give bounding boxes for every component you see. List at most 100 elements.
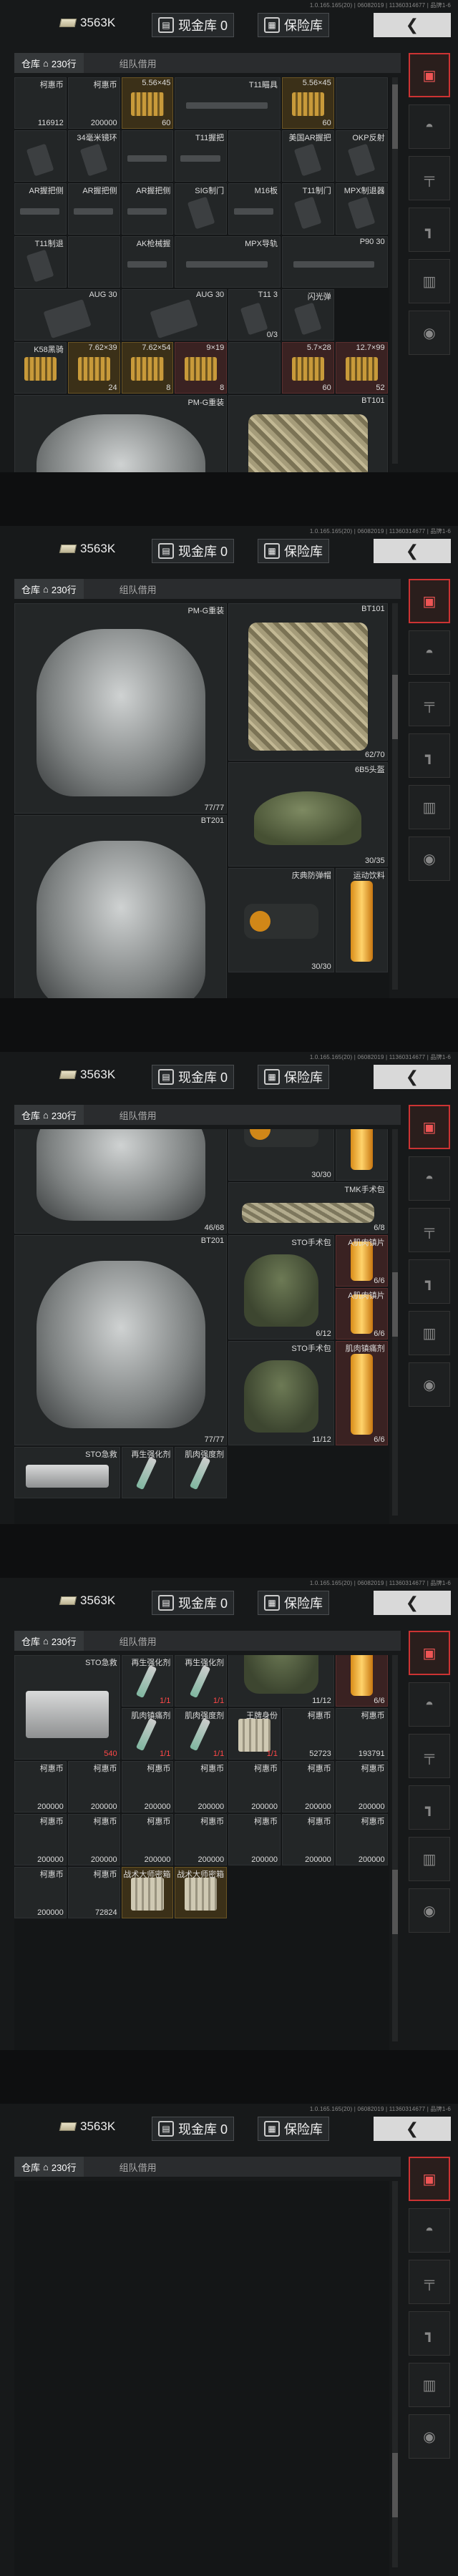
- inventory-item[interactable]: TMK手术包 6/8: [228, 1182, 388, 1234]
- inventory-item[interactable]: 柯惠币 193791: [335, 1708, 388, 1760]
- inventory-item[interactable]: 柯惠币 200000: [67, 77, 120, 129]
- inventory-item[interactable]: 肌肉镇痛剂 6/6: [335, 1341, 388, 1445]
- category-button[interactable]: ◉: [409, 311, 450, 355]
- inventory-item[interactable]: 柯惠币 200000: [228, 1761, 281, 1813]
- cash-vault-button[interactable]: ▤ 现金库 0: [152, 1591, 235, 1615]
- inventory-item[interactable]: AUG 30: [121, 289, 228, 341]
- category-button[interactable]: ┓: [409, 208, 450, 252]
- cash-vault-button[interactable]: ▤ 现金库 0: [152, 2117, 235, 2141]
- scrollbar[interactable]: [392, 1129, 398, 1516]
- inventory-item[interactable]: 庆典防弹帽 30/30: [228, 868, 334, 972]
- safe-button[interactable]: ▦ 保险库: [258, 1591, 329, 1615]
- category-button[interactable]: ▣: [409, 53, 450, 97]
- inventory-item[interactable]: STO急救: [14, 1447, 120, 1498]
- scrollbar[interactable]: [392, 603, 398, 990]
- tab-warehouse[interactable]: 仓库 ⌂ 230行: [14, 1105, 84, 1125]
- inventory-item[interactable]: 战术大师密箱: [175, 1867, 228, 1918]
- inventory-item[interactable]: 闪光弹: [282, 289, 334, 341]
- category-button[interactable]: ▥: [409, 259, 450, 303]
- scrollbar-thumb[interactable]: [392, 1272, 398, 1337]
- inventory-item[interactable]: [121, 130, 174, 182]
- inventory-item[interactable]: [335, 77, 388, 129]
- inventory-item[interactable]: T11握把: [175, 130, 228, 182]
- tab-team[interactable]: 组队借用: [112, 1105, 164, 1125]
- category-button[interactable]: ◓: [409, 1156, 450, 1201]
- inventory-item[interactable]: K58黑骑: [14, 342, 67, 394]
- inventory-item[interactable]: P90 30: [282, 236, 388, 288]
- inventory-item[interactable]: 柯惠币 116912: [14, 77, 67, 129]
- inventory-item[interactable]: 柯惠币 200000: [121, 1761, 174, 1813]
- inventory-item[interactable]: [228, 342, 281, 394]
- back-button[interactable]: ❮: [374, 2117, 451, 2141]
- category-button[interactable]: ▥: [409, 785, 450, 829]
- inventory-item[interactable]: T11瞄具: [175, 77, 281, 129]
- scrollbar[interactable]: [392, 2181, 398, 2567]
- inventory-item[interactable]: 6/6: [335, 1655, 388, 1707]
- inventory-item[interactable]: 柯惠币 200000: [14, 1814, 67, 1865]
- inventory-item[interactable]: 柯惠币 200000: [14, 1867, 67, 1918]
- category-button[interactable]: ▥: [409, 2363, 450, 2407]
- category-button[interactable]: ◓: [409, 1682, 450, 1727]
- inventory-item[interactable]: 柯惠币 200000: [14, 1761, 67, 1813]
- inventory-item[interactable]: 柯惠币 200000: [175, 1814, 228, 1865]
- category-button[interactable]: ◓: [409, 2208, 450, 2253]
- cash-vault-button[interactable]: ▤ 现金库 0: [152, 539, 235, 563]
- inventory-item[interactable]: MPX导轨: [175, 236, 281, 288]
- scrollbar-thumb[interactable]: [392, 2453, 398, 2517]
- category-button[interactable]: ╤: [409, 156, 450, 200]
- inventory-item[interactable]: 柯惠币 200000: [282, 1814, 334, 1865]
- inventory-item[interactable]: STO急救 540: [14, 1655, 120, 1760]
- tab-team[interactable]: 组队借用: [112, 579, 164, 599]
- inventory-item[interactable]: 柯惠币 200000: [175, 1761, 228, 1813]
- inventory-item[interactable]: [14, 130, 67, 182]
- tab-warehouse[interactable]: 仓库 ⌂ 230行: [14, 2157, 84, 2177]
- inventory-item[interactable]: BT201: [14, 815, 228, 998]
- category-button[interactable]: ┓: [409, 1785, 450, 1830]
- scrollbar-thumb[interactable]: [392, 84, 398, 149]
- inventory-item[interactable]: 柯惠币 72824: [67, 1867, 120, 1918]
- category-button[interactable]: ◉: [409, 1888, 450, 1933]
- inventory-item[interactable]: BT101: [228, 395, 388, 472]
- inventory-item[interactable]: AUG 30: [14, 289, 120, 341]
- scrollbar[interactable]: [392, 77, 398, 464]
- category-button[interactable]: ╤: [409, 2260, 450, 2304]
- inventory-item[interactable]: T11制退: [14, 236, 67, 288]
- category-button[interactable]: ╤: [409, 682, 450, 726]
- category-button[interactable]: ◉: [409, 836, 450, 881]
- category-button[interactable]: ▣: [409, 579, 450, 623]
- inventory-item[interactable]: M16板: [228, 183, 281, 235]
- inventory-item[interactable]: 再生强化剂 1/1: [175, 1655, 228, 1707]
- category-button[interactable]: ┓: [409, 1259, 450, 1304]
- inventory-item[interactable]: 肌肉镇痛剂 1/1: [121, 1708, 174, 1760]
- inventory-item[interactable]: 战术大师密箱: [121, 1867, 174, 1918]
- inventory-item[interactable]: 12.7×99 52: [335, 342, 388, 394]
- back-button[interactable]: ❮: [374, 13, 451, 37]
- back-button[interactable]: ❮: [374, 539, 451, 563]
- inventory-item[interactable]: OKP反射: [335, 130, 388, 182]
- category-button[interactable]: ◓: [409, 104, 450, 149]
- inventory-item[interactable]: MPX制退器: [335, 183, 388, 235]
- tab-team[interactable]: 组队借用: [112, 53, 164, 73]
- inventory-item[interactable]: STO手术包 6/12: [228, 1235, 334, 1340]
- inventory-item[interactable]: 王牌身份 1/1: [228, 1708, 281, 1760]
- inventory-item[interactable]: AR握把侧: [14, 183, 67, 235]
- inventory-item[interactable]: 柯惠币 52723: [282, 1708, 334, 1760]
- inventory-item[interactable]: T11制门: [282, 183, 334, 235]
- inventory-item[interactable]: 肌肉强度剂: [175, 1447, 228, 1498]
- inventory-item[interactable]: 肌肉强度剂 1/1: [175, 1708, 228, 1760]
- category-button[interactable]: ▣: [409, 1105, 450, 1149]
- category-button[interactable]: ▣: [409, 1631, 450, 1675]
- inventory-item[interactable]: 再生强化剂: [121, 1447, 174, 1498]
- inventory-item[interactable]: 46/68: [14, 1129, 228, 1234]
- cash-vault-button[interactable]: ▤ 现金库 0: [152, 13, 235, 37]
- tab-warehouse[interactable]: 仓库 ⌂ 230行: [14, 53, 84, 73]
- category-button[interactable]: ▥: [409, 1311, 450, 1355]
- inventory-item[interactable]: 30/30: [228, 1129, 334, 1181]
- inventory-item[interactable]: STO手术包11/12: [228, 1655, 334, 1707]
- safe-button[interactable]: ▦ 保险库: [258, 539, 329, 563]
- inventory-item[interactable]: SIG制门: [175, 183, 228, 235]
- inventory-item[interactable]: 5.56×45 60: [282, 77, 334, 129]
- inventory-item[interactable]: 柯惠币 200000: [67, 1761, 120, 1813]
- inventory-item[interactable]: 34毫米镜环: [67, 130, 120, 182]
- inventory-item[interactable]: PM-G重装: [14, 395, 228, 472]
